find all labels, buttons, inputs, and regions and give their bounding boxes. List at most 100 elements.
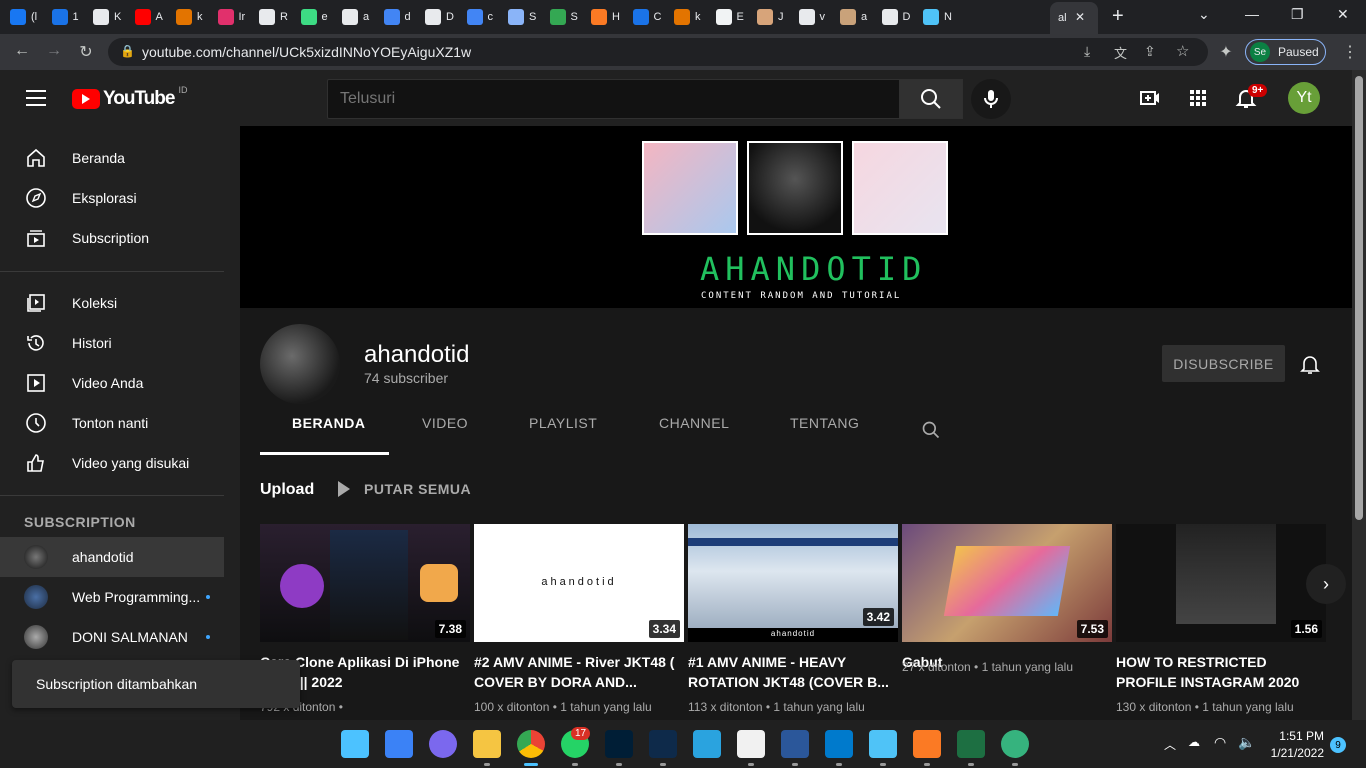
browser-tab[interactable]: e	[300, 4, 339, 30]
youtube-logo[interactable]: YouTube ID	[72, 85, 187, 110]
video-thumbnail[interactable]: ahandotid 3.42	[688, 524, 898, 642]
video-thumbnail[interactable]: ahandotid 3.34	[474, 524, 684, 642]
sidebar-item-video-anda[interactable]: Video Anda	[0, 363, 224, 403]
tab-video[interactable]: VIDEO	[422, 415, 468, 431]
network-globe-icon[interactable]	[1001, 730, 1029, 758]
clock-time[interactable]: 1:51 PM	[1272, 729, 1324, 743]
browser-tab[interactable]: A	[134, 4, 173, 30]
teams-chat-icon[interactable]	[429, 730, 457, 758]
sidebar-item-ahandotid[interactable]: ahandotid	[0, 537, 224, 577]
browser-tab[interactable]: D	[881, 4, 920, 30]
minimize-button[interactable]: —	[1245, 6, 1259, 22]
tab-playlist[interactable]: PLAYLIST	[529, 415, 597, 431]
notification-center-badge[interactable]: 9	[1330, 737, 1346, 753]
shelf-next-arrow-icon[interactable]: ›	[1306, 564, 1346, 604]
notepad-icon[interactable]	[737, 730, 765, 758]
video-thumbnail[interactable]: 7.53	[902, 524, 1112, 642]
browser-tab[interactable]: d	[383, 4, 422, 30]
scrollbar-thumb[interactable]	[1355, 76, 1363, 520]
text-editor-icon[interactable]	[869, 730, 897, 758]
browser-tab[interactable]: k	[176, 4, 214, 30]
apps-grid-icon[interactable]	[1186, 86, 1210, 110]
sidebar-item-web-programming[interactable]: Web Programming...	[0, 577, 224, 617]
xampp-icon[interactable]	[913, 730, 941, 758]
sidebar-item-subscription[interactable]: Subscription	[0, 218, 224, 258]
clock-date[interactable]: 1/21/2022	[1262, 746, 1324, 760]
address-bar[interactable]: 🔒 youtube.com/channel/UCk5xizdINNoYOEyAi…	[108, 38, 1208, 66]
tab-tentang[interactable]: TENTANG	[790, 415, 859, 431]
shelf-title[interactable]: Upload	[260, 481, 314, 499]
browser-tab[interactable]: E	[715, 4, 754, 30]
browser-tab[interactable]: J	[757, 4, 795, 30]
video-card[interactable]: ahandotid 3.42 #1 AMV ANIME - HEAVY ROTA…	[688, 524, 898, 714]
network-status-icon[interactable]: ☁	[1188, 735, 1200, 749]
widgets-icon[interactable]	[385, 730, 413, 758]
video-title[interactable]: #2 AMV ANIME - River JKT48 ( COVER BY DO…	[474, 652, 684, 692]
browser-tab[interactable]: D	[425, 4, 463, 30]
browser-tab[interactable]: al	[1050, 2, 1098, 34]
video-title[interactable]: #1 AMV ANIME - HEAVY ROTATION JKT48 (COV…	[688, 652, 898, 692]
voice-search-button[interactable]	[971, 79, 1011, 119]
search-button[interactable]	[899, 79, 963, 119]
browser-tab[interactable]: S	[549, 4, 588, 30]
video-title[interactable]: HOW TO RESTRICTED PROFILE INSTAGRAM 2020	[1116, 652, 1326, 692]
video-card[interactable]: 1.56 HOW TO RESTRICTED PROFILE INSTAGRAM…	[1116, 524, 1326, 714]
browser-tab[interactable]: c	[466, 4, 505, 30]
maximize-button[interactable]: ❐	[1291, 6, 1304, 23]
photoshop-icon[interactable]	[605, 730, 633, 758]
tab-channel[interactable]: CHANNEL	[659, 415, 729, 431]
channel-bell-icon[interactable]	[1298, 352, 1322, 376]
video-thumbnail[interactable]: 1.56	[1116, 524, 1326, 642]
page-scrollbar[interactable]	[1352, 70, 1366, 720]
sidebar-item-doni-salmanan[interactable]: DONI SALMANAN	[0, 617, 224, 657]
create-video-icon[interactable]	[1138, 86, 1162, 110]
tab-search-icon[interactable]: ⌄	[1198, 6, 1210, 23]
translate-icon[interactable]: 文	[1114, 43, 1127, 62]
sidebar-item-histori[interactable]: Histori	[0, 323, 224, 363]
search-input[interactable]	[327, 79, 900, 119]
close-window-button[interactable]: ✕	[1337, 6, 1349, 23]
sidebar-item-eksplorasi[interactable]: Eksplorasi	[0, 178, 224, 218]
browser-tab[interactable]: a	[342, 4, 380, 30]
extensions-icon[interactable]: ✦	[1216, 42, 1236, 62]
channel-search-icon[interactable]	[921, 420, 941, 440]
browser-tab[interactable]: K	[93, 4, 131, 30]
chrome-icon[interactable]	[517, 730, 545, 758]
browser-tab[interactable]: H	[591, 4, 629, 30]
forward-icon[interactable]: →	[44, 42, 64, 60]
browser-tab[interactable]: a	[840, 4, 878, 30]
vscode-icon[interactable]	[825, 730, 853, 758]
video-card[interactable]: ahandotid 3.34 #2 AMV ANIME - River JKT4…	[474, 524, 684, 714]
telegram-icon[interactable]	[693, 730, 721, 758]
share-icon[interactable]: ⇪	[1144, 43, 1156, 60]
volume-icon[interactable]: 🔈	[1238, 734, 1255, 751]
wifi-icon[interactable]: ◠	[1214, 734, 1226, 751]
browser-tab[interactable]: v	[798, 4, 837, 30]
user-avatar[interactable]: Yt	[1288, 82, 1320, 114]
video-card[interactable]: 7.53 Gabut 27 x ditonton • 1 tahun yang …	[902, 524, 1112, 674]
windows-start-icon[interactable]	[341, 730, 369, 758]
video-thumbnail[interactable]: 7.38	[260, 524, 470, 642]
sidebar-item-tonton-nanti[interactable]: Tonton nanti	[0, 403, 224, 443]
browser-tab[interactable]: R	[259, 4, 297, 30]
profile-button[interactable]: Se Paused	[1245, 39, 1326, 65]
new-tab-button[interactable]: +	[1112, 5, 1124, 28]
sidebar-item-video-yang-disukai[interactable]: Video yang disukai	[0, 443, 224, 483]
back-icon[interactable]: ←	[12, 42, 32, 60]
browser-menu-icon[interactable]: ⋮	[1340, 42, 1360, 62]
file-explorer-icon[interactable]	[473, 730, 501, 758]
browser-tab[interactable]: k	[674, 4, 712, 30]
browser-tab[interactable]: Ir	[217, 4, 256, 30]
excel-icon[interactable]	[957, 730, 985, 758]
browser-tab[interactable]: (l	[10, 4, 48, 30]
system-tray-chevron-icon[interactable]: ︿	[1164, 736, 1176, 753]
sidebar-item-beranda[interactable]: Beranda	[0, 138, 224, 178]
browser-tab[interactable]: N	[923, 4, 961, 30]
browser-tab[interactable]: 1	[51, 4, 90, 30]
filezilla-icon[interactable]	[649, 730, 677, 758]
tab-beranda[interactable]: BERANDA	[292, 415, 366, 431]
browser-tab[interactable]: C	[632, 4, 671, 30]
play-all-button[interactable]: PUTAR SEMUA	[338, 481, 471, 497]
install-icon[interactable]: ⤓	[1084, 43, 1090, 60]
close-tab-icon[interactable]: ✕	[1075, 10, 1085, 24]
